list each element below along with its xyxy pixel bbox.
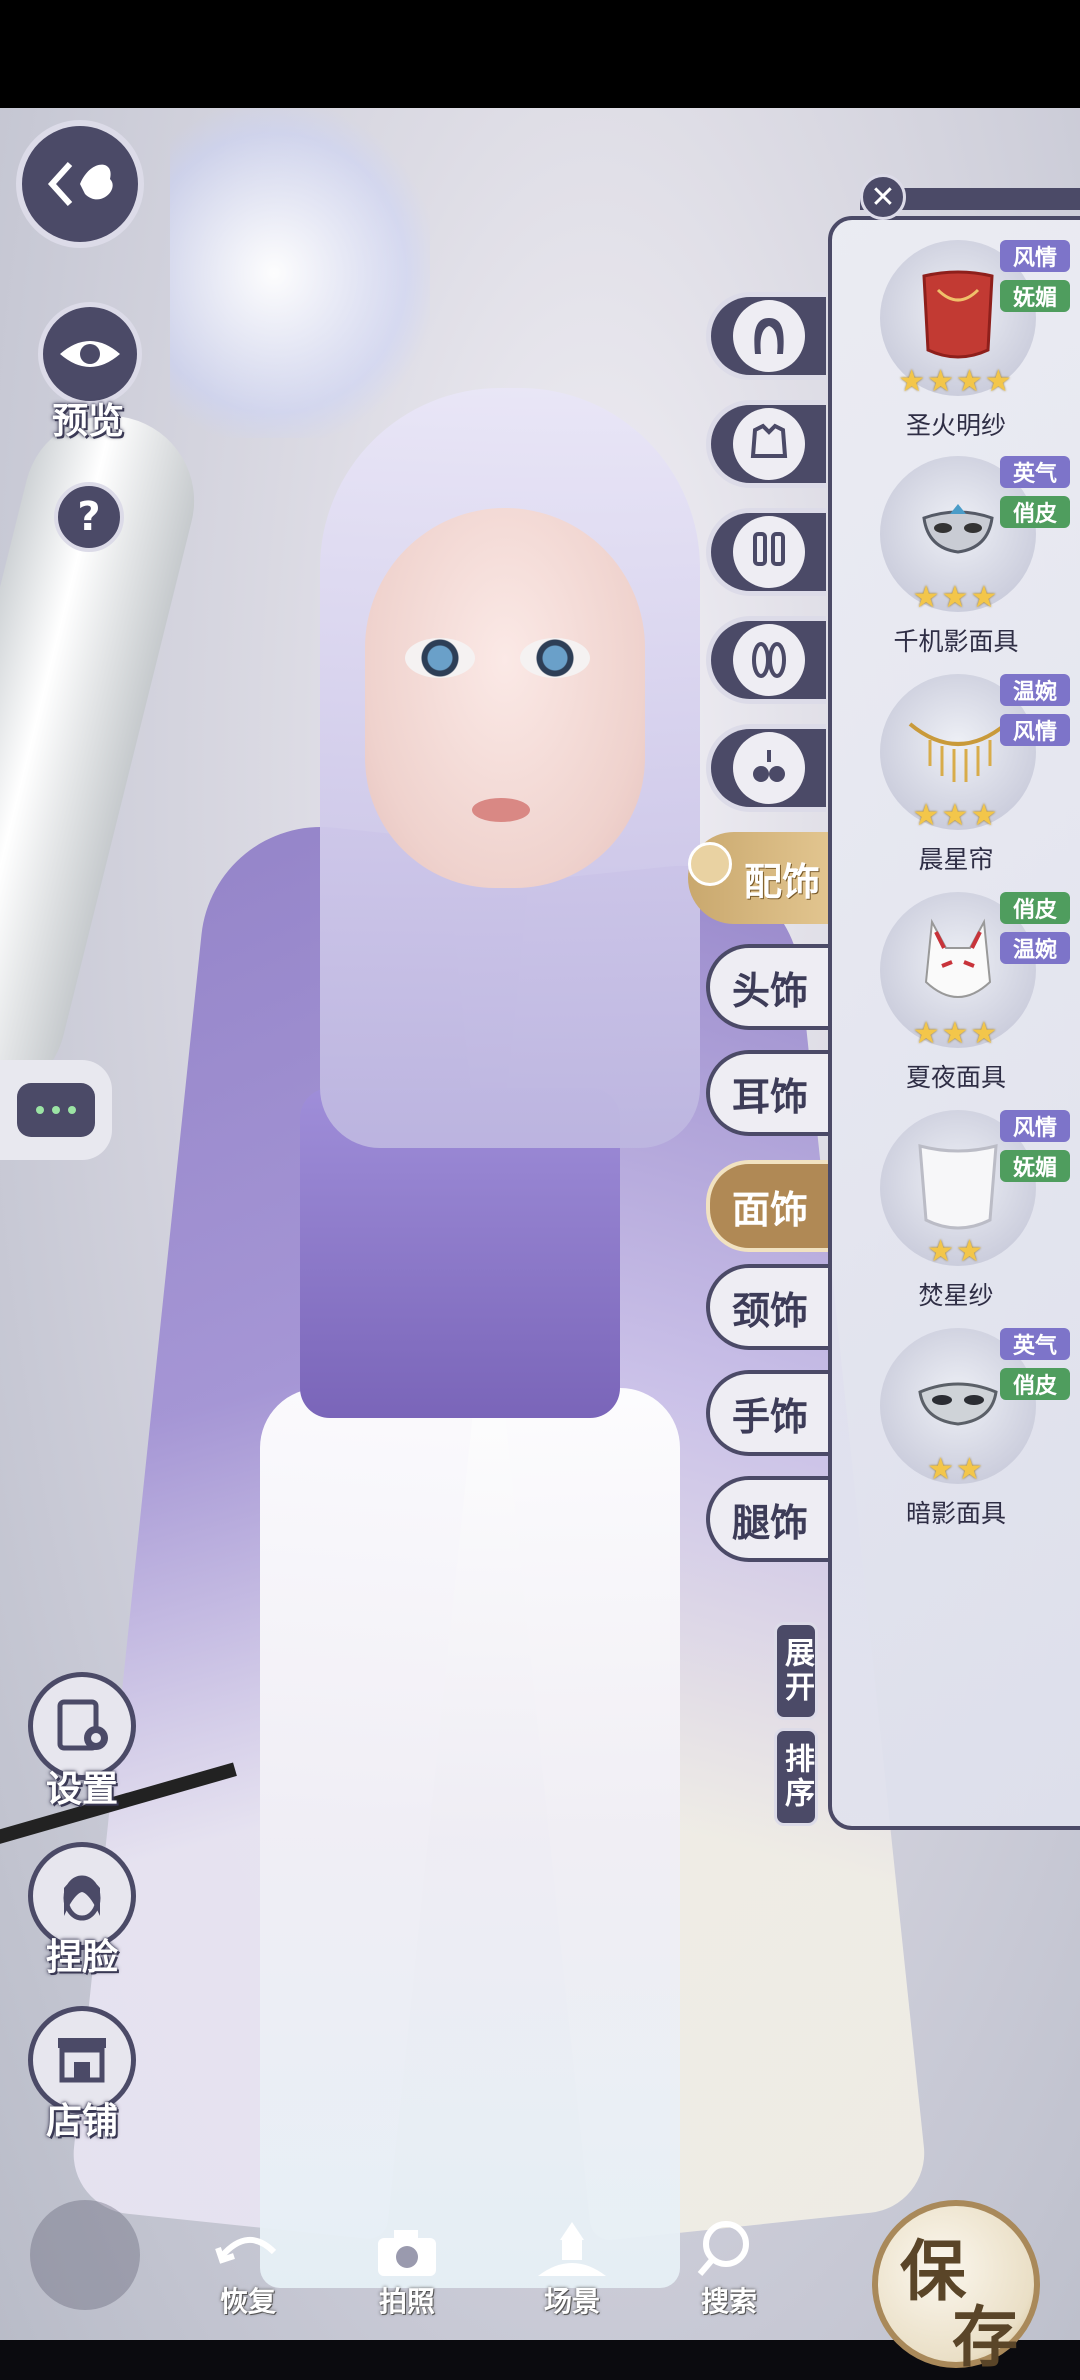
item-stars: ★★★ (912, 798, 1000, 833)
item-stars: ★★★ (912, 1016, 1000, 1051)
photo-button[interactable]: 拍照 (372, 2226, 442, 2320)
settings-label: 设置 (46, 1768, 119, 1810)
preview-button[interactable] (38, 302, 142, 406)
accessory-label: 配饰 (743, 858, 820, 904)
item-tag: 风情 (1000, 1110, 1070, 1142)
item-tag: 英气 (1000, 1328, 1070, 1360)
item-stars: ★★ (927, 1452, 985, 1487)
item-tag: 妩媚 (1000, 280, 1070, 312)
item-card[interactable]: 风情 妩媚 ★★★★ 圣火明纱 (828, 236, 1080, 446)
shoes-icon (751, 642, 786, 678)
expand-button[interactable]: 展开 (774, 1622, 818, 1720)
search-icon (697, 2221, 749, 2276)
butterfly-back-icon (47, 161, 113, 207)
top-garment-icon (750, 423, 787, 458)
flower-emblem-icon (30, 2200, 140, 2310)
category-ornament[interactable] (706, 724, 826, 812)
search-label: 搜索 (700, 2285, 757, 2318)
item-tag: 风情 (1000, 714, 1070, 746)
item-name: 夏夜面具 (905, 1063, 1006, 1092)
shop-icon (58, 2038, 106, 2083)
help-button[interactable]: ? (54, 482, 124, 552)
item-card[interactable]: 俏皮 温婉 ★★★ 夏夜面具 (828, 888, 1080, 1098)
item-card[interactable]: 温婉 风情 ★★★ 晨星帘 (828, 670, 1080, 880)
item-stars: ★★★ (912, 580, 1000, 615)
shop-label: 店铺 (46, 2100, 119, 2142)
restore-icon (215, 2236, 277, 2264)
status-bar (0, 0, 1080, 108)
item-stars: ★★ (927, 1234, 985, 1269)
item-tag: 温婉 (1000, 674, 1070, 706)
category-shoes[interactable] (706, 616, 826, 704)
category-socks[interactable] (706, 508, 826, 596)
subtab-neck[interactable]: 颈饰 (706, 1264, 830, 1350)
close-icon: ✕ (870, 179, 896, 215)
restore-label: 恢复 (219, 2285, 276, 2318)
sort-button[interactable]: 排序 (774, 1728, 818, 1826)
face-icon (63, 1875, 101, 1921)
item-stars: ★★★★ (898, 364, 1014, 399)
character-eye-left (405, 638, 475, 678)
character-lips (472, 798, 530, 822)
item-name: 焚星纱 (918, 1281, 994, 1310)
camera-icon (378, 2230, 436, 2276)
scene-button[interactable]: 场景 (532, 2216, 612, 2320)
item-tag: 俏皮 (1000, 1368, 1070, 1400)
socks-icon (752, 532, 785, 566)
item-name: 圣火明纱 (905, 411, 1006, 440)
item-name: 千机影面具 (893, 627, 1019, 656)
butterfly-wing (170, 108, 430, 438)
item-tag: 俏皮 (1000, 892, 1070, 924)
accessory-flower-icon (688, 842, 732, 886)
item-tag: 风情 (1000, 240, 1070, 272)
subtab-face[interactable]: 面饰 (706, 1160, 830, 1252)
chat-button[interactable] (0, 1060, 112, 1160)
category-top[interactable] (706, 400, 826, 488)
item-card[interactable]: 英气 俏皮 ★★ 暗影面具 (828, 1324, 1080, 1534)
subtab-leg[interactable]: 腿饰 (706, 1476, 830, 1562)
bell-ornament-icon (752, 750, 785, 782)
eye-icon (60, 341, 120, 367)
scene-label: 场景 (543, 2285, 600, 2318)
close-panel-button[interactable]: ✕ (860, 174, 906, 220)
item-card[interactable]: 英气 俏皮 ★★★ 千机影面具 (828, 452, 1080, 662)
settings-gear-icon (57, 1699, 108, 1751)
subtab-ear[interactable]: 耳饰 (706, 1050, 830, 1136)
photo-label: 拍照 (378, 2285, 435, 2318)
item-tag: 俏皮 (1000, 496, 1070, 528)
back-button[interactable] (16, 120, 144, 248)
save-char-2: 存 (952, 2298, 1018, 2376)
restore-button[interactable]: 恢复 (208, 2226, 288, 2320)
item-tag: 英气 (1000, 456, 1070, 488)
item-name: 晨星帘 (918, 845, 994, 874)
item-name: 暗影面具 (905, 1499, 1006, 1528)
item-tag: 温婉 (1000, 932, 1070, 964)
character-eye-right (520, 638, 590, 678)
subtab-hand[interactable]: 手饰 (706, 1370, 830, 1456)
face-edit-label: 捏脸 (46, 1936, 119, 1978)
dress-sash (260, 1388, 680, 2288)
hair-icon (753, 318, 784, 354)
save-button[interactable]: 保 存 (872, 2200, 1040, 2376)
search-button[interactable]: 搜索 (694, 2216, 764, 2320)
character-face (365, 508, 645, 888)
help-icon: ? (77, 494, 101, 540)
item-tag: 妩媚 (1000, 1150, 1070, 1182)
item-card[interactable]: 风情 妩媚 ★★ 焚星纱 (828, 1106, 1080, 1316)
category-hair[interactable] (706, 292, 826, 380)
chat-bubble-icon (17, 1083, 95, 1137)
preview-label: 预览 (52, 400, 125, 442)
pavilion-icon (538, 2222, 606, 2276)
subtab-head[interactable]: 头饰 (706, 944, 830, 1030)
